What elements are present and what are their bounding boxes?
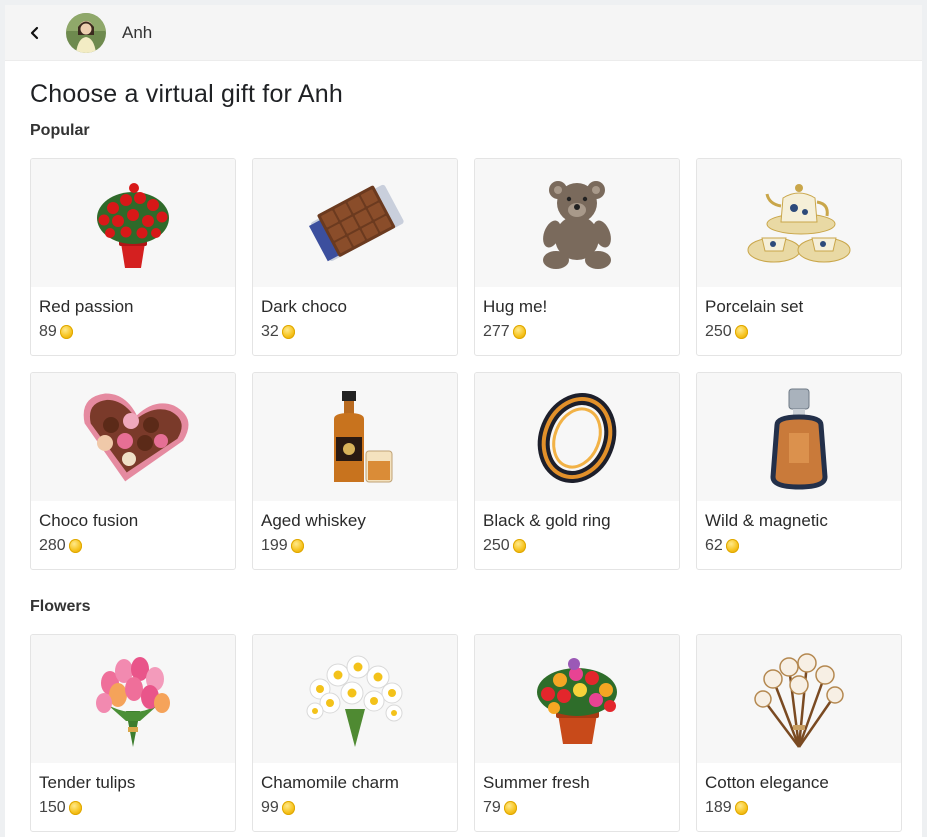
gift-image — [253, 373, 457, 501]
gift-name: Black & gold ring — [483, 511, 611, 530]
gift-price: 79 — [483, 799, 679, 817]
coin-icon — [59, 325, 73, 339]
gift-price: 99 — [261, 799, 457, 817]
gift-image — [475, 159, 679, 287]
price-value: 189 — [705, 799, 732, 816]
gift-price: 89 — [39, 323, 235, 341]
coin-icon — [281, 325, 295, 339]
gift-card[interactable]: Porcelain set 250 — [696, 158, 902, 356]
gift-card[interactable]: Choco fusion 280 — [30, 372, 236, 570]
gift-image — [253, 635, 457, 763]
teddy-bear-icon — [543, 180, 611, 269]
cotton-bouquet-icon — [754, 653, 844, 748]
price-value: 277 — [483, 323, 510, 340]
gift-image — [475, 373, 679, 501]
gift-name: Wild & magnetic — [705, 511, 828, 530]
gift-image — [253, 159, 457, 287]
gift-name: Aged whiskey — [261, 511, 366, 530]
gift-card[interactable]: Red passion 89 — [30, 158, 236, 356]
gift-price: 150 — [39, 799, 235, 817]
flower-pot-icon — [536, 657, 617, 744]
price-value: 250 — [483, 537, 510, 554]
top-bar: Anh — [5, 5, 922, 61]
section-title-flowers: Flowers — [30, 598, 91, 615]
gift-image — [697, 635, 901, 763]
price-value: 250 — [705, 323, 732, 340]
avatar[interactable] — [66, 12, 106, 53]
chamomile-bouquet-icon — [306, 655, 403, 747]
price-value: 79 — [483, 799, 501, 816]
price-value: 199 — [261, 537, 288, 554]
gift-name: Cotton elegance — [705, 773, 829, 792]
tulip-bouquet-icon — [96, 657, 170, 747]
red-roses-pot-icon — [97, 183, 169, 268]
perfume-bottle-icon — [770, 388, 828, 490]
gift-image — [31, 159, 235, 287]
coin-icon — [734, 801, 748, 815]
gift-card[interactable]: Summer fresh 79 — [474, 634, 680, 832]
price-value: 62 — [705, 537, 723, 554]
chevron-left-icon — [30, 26, 39, 39]
gift-name: Tender tulips — [39, 773, 136, 792]
gift-image — [475, 635, 679, 763]
section-title-popular: Popular — [30, 122, 90, 139]
coin-icon — [503, 801, 517, 815]
gift-price: 250 — [483, 537, 679, 555]
price-value: 280 — [39, 537, 66, 554]
gift-price: 62 — [705, 537, 901, 555]
gift-page: Anh Choose a virtual gift for Anh Popula… — [5, 5, 922, 837]
gift-name: Chamomile charm — [261, 773, 399, 792]
popular-grid: Red passion 89 Dark choco 32 Hug me! 277… — [30, 158, 902, 570]
gift-card[interactable]: Tender tulips 150 — [30, 634, 236, 832]
coin-icon — [68, 539, 82, 553]
price-value: 99 — [261, 799, 279, 816]
gift-price: 32 — [261, 323, 457, 341]
gift-name: Choco fusion — [39, 511, 139, 530]
gift-card[interactable]: Black & gold ring 250 — [474, 372, 680, 570]
page-title: Choose a virtual gift for Anh — [30, 80, 343, 108]
gift-image — [697, 159, 901, 287]
coin-icon — [281, 801, 295, 815]
gift-price: 189 — [705, 799, 901, 817]
user-name[interactable]: Anh — [122, 23, 152, 43]
gift-card[interactable]: Dark choco 32 — [252, 158, 458, 356]
flowers-grid: Tender tulips 150 Chamomile charm 99 Sum… — [30, 634, 902, 832]
gift-card[interactable]: Wild & magnetic 62 — [696, 372, 902, 570]
coin-icon — [725, 539, 739, 553]
price-value: 150 — [39, 799, 66, 816]
price-value: 89 — [39, 323, 57, 340]
coin-icon — [512, 539, 526, 553]
coin-icon — [512, 325, 526, 339]
gift-card[interactable]: Hug me! 277 — [474, 158, 680, 356]
heart-chocolate-box-icon — [83, 393, 189, 482]
gift-price: 199 — [261, 537, 457, 555]
coin-icon — [734, 325, 748, 339]
gift-card[interactable]: Cotton elegance 189 — [696, 634, 902, 832]
whiskey-bottle-icon — [334, 391, 393, 483]
gift-name: Red passion — [39, 297, 134, 316]
chocolate-bar-icon — [308, 184, 404, 262]
gift-name: Dark choco — [261, 297, 347, 316]
gift-image — [31, 373, 235, 501]
main-content: Choose a virtual gift for Anh Popular Re… — [5, 80, 922, 832]
gift-price: 250 — [705, 323, 901, 341]
gift-image — [697, 373, 901, 501]
coin-icon — [290, 539, 304, 553]
coin-icon — [68, 801, 82, 815]
gift-name: Hug me! — [483, 297, 548, 316]
gift-card[interactable]: Aged whiskey 199 — [252, 372, 458, 570]
gift-price: 280 — [39, 537, 235, 555]
tea-set-icon — [747, 183, 851, 262]
gift-price: 277 — [483, 323, 679, 341]
gift-name: Porcelain set — [705, 297, 804, 316]
ring-icon — [537, 392, 617, 483]
gift-name: Summer fresh — [483, 773, 590, 792]
gift-image — [31, 635, 235, 763]
back-button[interactable] — [22, 20, 48, 46]
price-value: 32 — [261, 323, 279, 340]
gift-card[interactable]: Chamomile charm 99 — [252, 634, 458, 832]
